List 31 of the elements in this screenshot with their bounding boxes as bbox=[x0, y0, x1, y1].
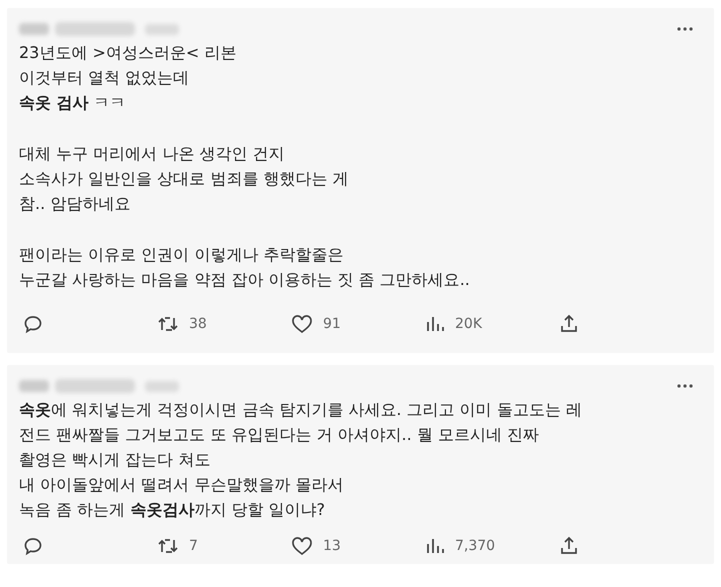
post-text-line: 참.. 암담하네요 bbox=[19, 193, 132, 215]
post-text-line: 속옷 검사 ㅋㅋ bbox=[19, 92, 127, 114]
repost-icon[interactable] bbox=[157, 536, 179, 556]
post-text-line: 이것부터 열척 없었는데 bbox=[19, 67, 190, 89]
share-icon[interactable] bbox=[559, 314, 579, 334]
heart-icon[interactable] bbox=[291, 314, 313, 334]
action-count: 13 bbox=[323, 538, 341, 554]
action-count: 7,370 bbox=[455, 538, 496, 554]
post-text-line: 촬영은 빡시게 잡는다 쳐도 bbox=[19, 449, 212, 471]
post-text-line: 속옷에 워치넣는게 걱정이시면 금속 탐지기를 사세요. 그리고 이미 돌고도는 레 bbox=[19, 399, 583, 421]
bar-chart-icon[interactable] bbox=[425, 536, 445, 556]
repost-icon[interactable] bbox=[157, 314, 179, 334]
share-icon[interactable] bbox=[559, 536, 579, 556]
post-text-line: 소속사가 일반인을 상대로 범죄를 행했다는 게 bbox=[19, 168, 350, 190]
post-text-line: 내 아이돌앞에서 떨려서 무슨말했을까 몰라서 bbox=[19, 474, 344, 496]
more-options-icon[interactable] bbox=[676, 26, 694, 32]
reply-icon[interactable] bbox=[23, 536, 43, 556]
action-count: 20K bbox=[455, 316, 482, 332]
bar-chart-icon[interactable] bbox=[425, 314, 445, 334]
action-count: 38 bbox=[189, 316, 207, 332]
post-text-line: 팬이라는 이유로 인권이 이렇게나 추락할줄은 bbox=[19, 244, 344, 266]
action-count: 91 bbox=[323, 316, 341, 332]
post-text-line: 전드 팬싸짤들 그거보고도 또 유입된다는 거 아셔야지.. 뭘 모르시네 진짜 bbox=[19, 424, 540, 446]
reply-icon[interactable] bbox=[23, 314, 43, 334]
more-options-icon[interactable] bbox=[676, 383, 694, 389]
heart-icon[interactable] bbox=[291, 536, 313, 556]
action-count: 7 bbox=[189, 538, 198, 554]
post-text-line: 녹음 좀 하는게 속옷검사까지 당할 일이냐? bbox=[19, 499, 326, 521]
post-text-line: 23년도에 >여성스러운< 리본 bbox=[19, 42, 238, 64]
post-text-line: 대체 누구 머리에서 나온 생각인 건지 bbox=[19, 143, 286, 165]
post-text-line: 누군갈 사랑하는 마음을 약점 잡아 이용하는 짓 좀 그만하세요.. bbox=[19, 269, 471, 291]
